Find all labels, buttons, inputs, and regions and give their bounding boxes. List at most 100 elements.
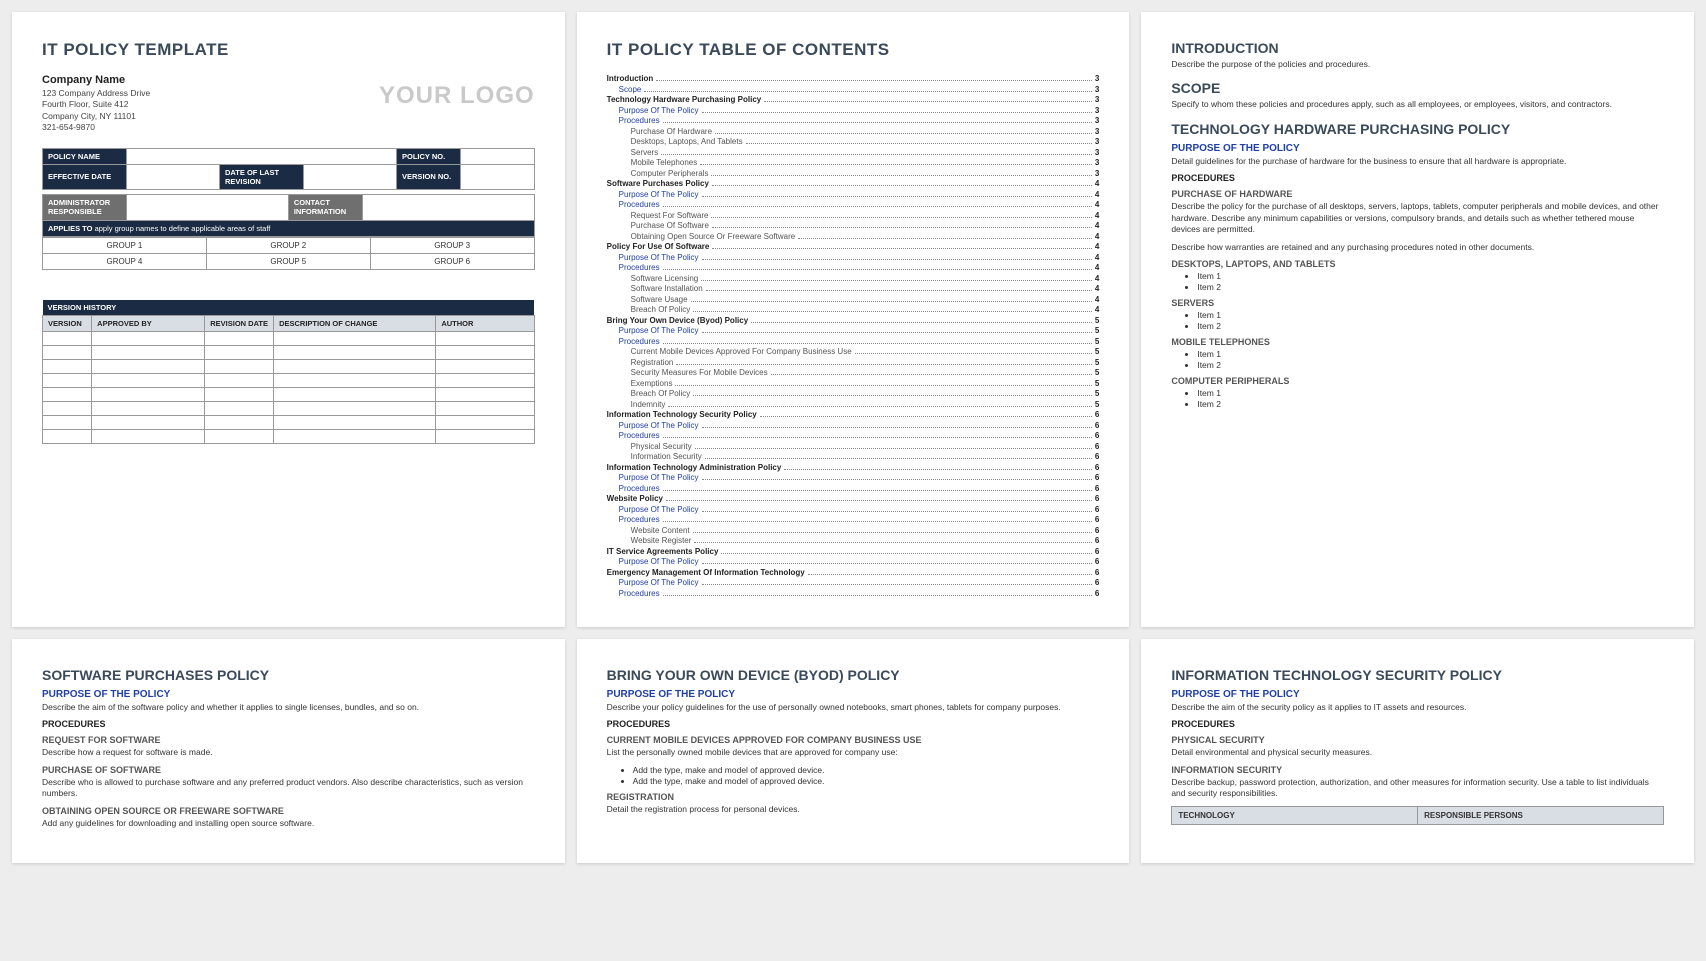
toc-entry[interactable]: Procedures6	[607, 589, 1100, 598]
toc-entry[interactable]: Procedures3	[607, 116, 1100, 125]
toc-entry[interactable]: Procedures5	[607, 337, 1100, 346]
list-item: Item 2	[1197, 360, 1664, 370]
toc-entry[interactable]: Computer Peripherals3	[607, 169, 1100, 178]
toc-leader	[695, 448, 1092, 449]
toc-page-number: 6	[1095, 526, 1099, 535]
toc-leader	[676, 364, 1092, 365]
toc-entry[interactable]: Purpose Of The Policy6	[607, 505, 1100, 514]
toc-entry[interactable]: Physical Security6	[607, 442, 1100, 451]
toc-entry[interactable]: Exemptions5	[607, 379, 1100, 388]
list-item: Item 2	[1197, 321, 1664, 331]
toc-entry[interactable]: Introduction3	[607, 74, 1100, 83]
toc-entry[interactable]: Purchase Of Software4	[607, 221, 1100, 230]
toc-leader	[760, 416, 1092, 417]
reg-heading: REGISTRATION	[607, 792, 1100, 802]
toc-entry[interactable]: Servers3	[607, 148, 1100, 157]
toc-entry[interactable]: Purpose Of The Policy4	[607, 253, 1100, 262]
toc-entry[interactable]: Scope3	[607, 85, 1100, 94]
toc-entry[interactable]: Registration5	[607, 358, 1100, 367]
toc-entry[interactable]: Purchase Of Hardware3	[607, 127, 1100, 136]
toc-page-number: 3	[1095, 116, 1099, 125]
toc-entry[interactable]: Mobile Telephones3	[607, 158, 1100, 167]
toc-entry[interactable]: Obtaining Open Source Or Freeware Softwa…	[607, 232, 1100, 241]
group-cell[interactable]: GROUP 3	[370, 237, 534, 253]
toc-entry[interactable]: Purpose Of The Policy6	[607, 557, 1100, 566]
vh-col-approved: APPROVED BY	[92, 315, 205, 331]
toc-leader	[661, 154, 1092, 155]
group-cell[interactable]: GROUP 5	[206, 253, 370, 269]
scope-heading: SCOPE	[1171, 80, 1664, 96]
field-policy-no[interactable]	[460, 148, 534, 164]
toc-leader	[702, 259, 1092, 260]
toc-page-number: 6	[1095, 452, 1099, 461]
toc-entry[interactable]: Current Mobile Devices Approved For Comp…	[607, 347, 1100, 356]
toc-leader	[702, 427, 1092, 428]
toc-page-number: 5	[1095, 337, 1099, 346]
toc-entry[interactable]: Website Register6	[607, 536, 1100, 545]
toc-entry[interactable]: Information Technology Administration Po…	[607, 463, 1100, 472]
toc-entry[interactable]: Software Installation4	[607, 284, 1100, 293]
toc-entry[interactable]: Breach Of Policy4	[607, 305, 1100, 314]
toc-entry[interactable]: Purpose Of The Policy6	[607, 473, 1100, 482]
toc-entry[interactable]: Purpose Of The Policy6	[607, 421, 1100, 430]
toc-entry[interactable]: Purpose Of The Policy6	[607, 578, 1100, 587]
toc-entry[interactable]: IT Service Agreements Policy6	[607, 547, 1100, 556]
toc-entry[interactable]: Procedures4	[607, 263, 1100, 272]
toc-entry[interactable]: Website Policy6	[607, 494, 1100, 503]
toc-leader	[656, 80, 1092, 81]
toc-entry[interactable]: Bring Your Own Device (Byod) Policy5	[607, 316, 1100, 325]
toc-entry[interactable]: Purpose Of The Policy3	[607, 106, 1100, 115]
toc-text: Security Measures For Mobile Devices	[631, 368, 768, 377]
toc-page-number: 6	[1095, 484, 1099, 493]
toc-page-number: 5	[1095, 347, 1099, 356]
purpose-desc: Detail guidelines for the purchase of ha…	[1171, 156, 1664, 167]
toc-entry[interactable]: Indemnity5	[607, 400, 1100, 409]
field-date-last-revision[interactable]	[303, 164, 396, 189]
toc-entry[interactable]: Information Security6	[607, 452, 1100, 461]
toc-page-number: 6	[1095, 505, 1099, 514]
toc-entry[interactable]: Technology Hardware Purchasing Policy3	[607, 95, 1100, 104]
toc-text: Introduction	[607, 74, 654, 83]
toc-text: Procedures	[619, 200, 660, 209]
intro-heading: INTRODUCTION	[1171, 40, 1664, 56]
toc-entry[interactable]: Purpose Of The Policy4	[607, 190, 1100, 199]
toc-entry[interactable]: Purpose Of The Policy5	[607, 326, 1100, 335]
group-cell[interactable]: GROUP 1	[43, 237, 207, 253]
toc-entry[interactable]: Emergency Management Of Information Tech…	[607, 568, 1100, 577]
toc-entry[interactable]: Breach Of Policy5	[607, 389, 1100, 398]
group-cell[interactable]: GROUP 6	[370, 253, 534, 269]
procedures-heading: PROCEDURES	[1171, 719, 1664, 729]
toc-entry[interactable]: Procedures6	[607, 515, 1100, 524]
field-contact-info[interactable]	[362, 194, 534, 220]
toc-entry[interactable]: Procedures6	[607, 431, 1100, 440]
group-cell[interactable]: GROUP 4	[43, 253, 207, 269]
servers-heading: SERVERS	[1171, 298, 1664, 308]
toc-entry[interactable]: Procedures4	[607, 200, 1100, 209]
field-policy-name[interactable]	[126, 148, 396, 164]
toc-entry[interactable]: Website Content6	[607, 526, 1100, 535]
ps-desc: Detail environmental and physical securi…	[1171, 747, 1664, 758]
toc-entry[interactable]: Procedures6	[607, 484, 1100, 493]
toc-entry[interactable]: Software Usage4	[607, 295, 1100, 304]
toc-leader	[663, 521, 1092, 522]
group-cell[interactable]: GROUP 2	[206, 237, 370, 253]
list-item: Add the type, make and model of approved…	[633, 765, 1100, 775]
toc-entry[interactable]: Software Licensing4	[607, 274, 1100, 283]
toc-entry[interactable]: Request For Software4	[607, 211, 1100, 220]
toc-entry[interactable]: Software Purchases Policy4	[607, 179, 1100, 188]
toc-entry[interactable]: Security Measures For Mobile Devices5	[607, 368, 1100, 377]
purpose-heading: PURPOSE OF THE POLICY	[42, 689, 535, 700]
label-version-no: VERSION NO.	[397, 164, 461, 189]
field-effective-date[interactable]	[126, 164, 219, 189]
toc-text: Registration	[631, 358, 674, 367]
toc-text: Breach Of Policy	[631, 389, 691, 398]
field-admin-responsible[interactable]	[126, 194, 288, 220]
toc-entry[interactable]: Policy For Use Of Software4	[607, 242, 1100, 251]
vh-col-revdate: REVISION DATE	[205, 315, 274, 331]
toc-entry[interactable]: Information Technology Security Policy6	[607, 410, 1100, 419]
vh-col-author: AUTHOR	[436, 315, 534, 331]
field-version-no[interactable]	[460, 164, 534, 189]
toc-leader	[694, 542, 1091, 543]
pos-heading: PURCHASE OF SOFTWARE	[42, 765, 535, 775]
toc-entry[interactable]: Desktops, Laptops, And Tablets3	[607, 137, 1100, 146]
